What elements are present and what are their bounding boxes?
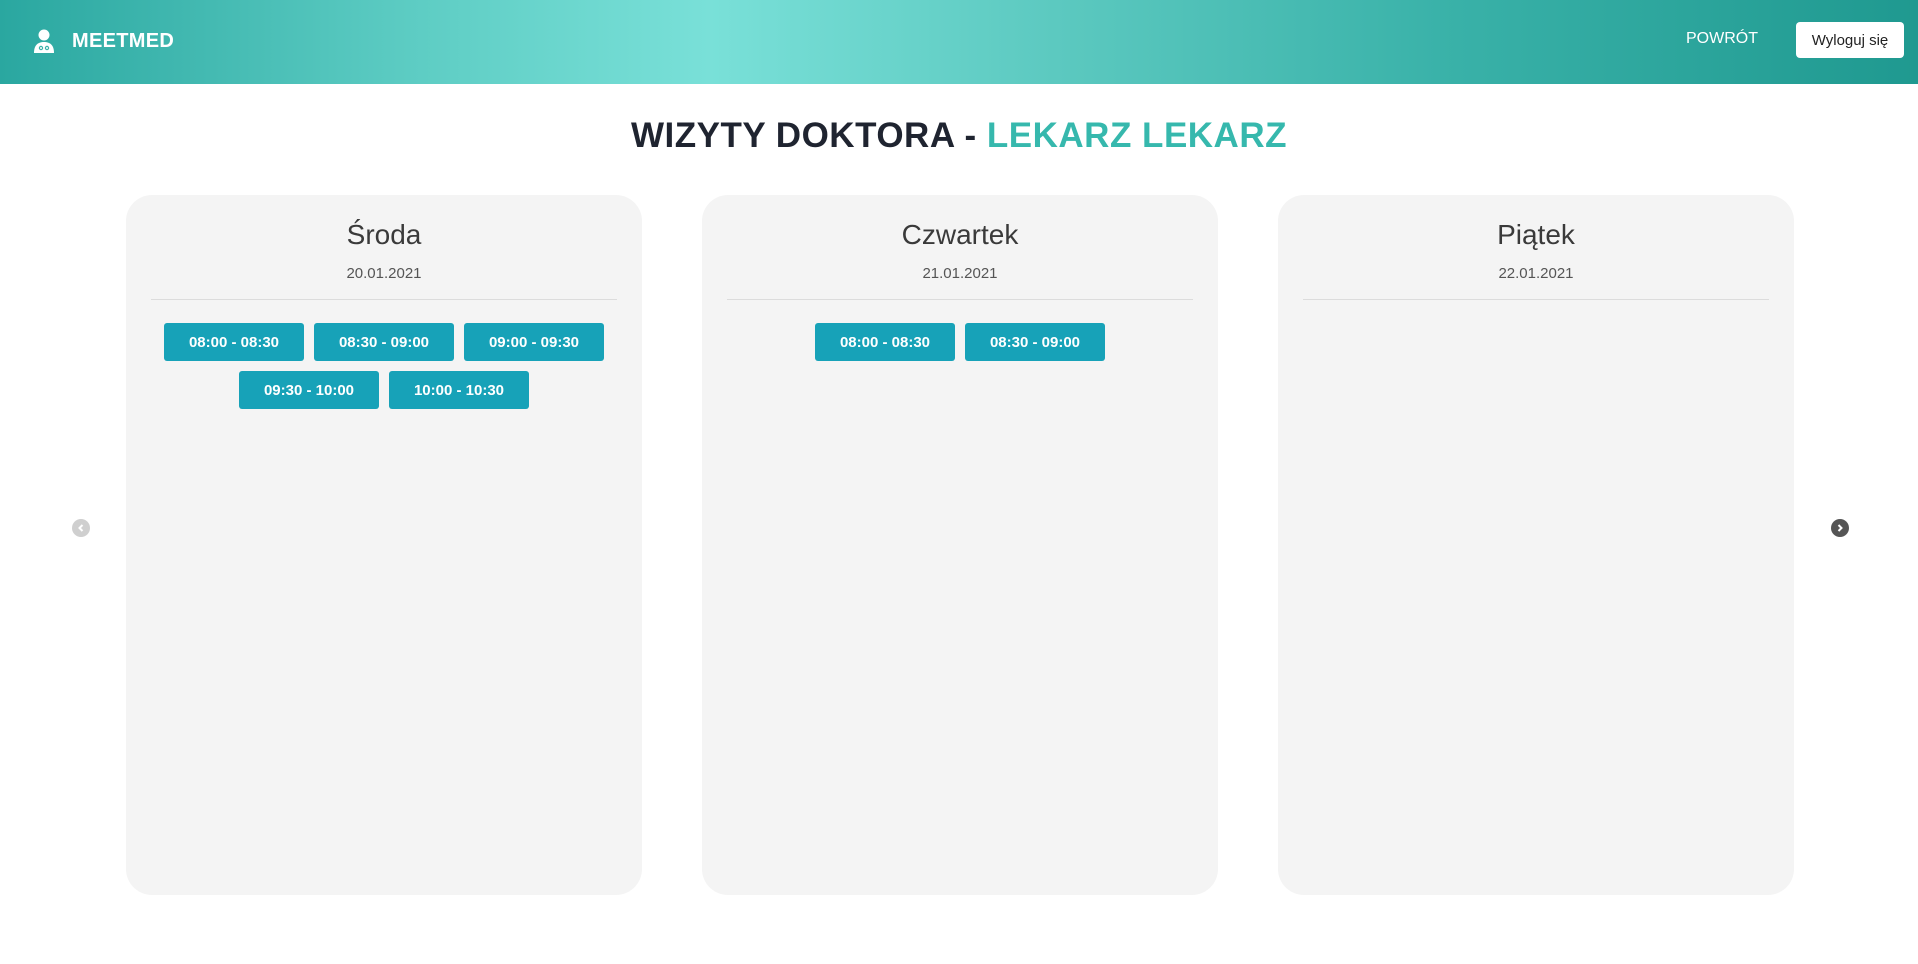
divider <box>1303 299 1769 300</box>
day-date: 21.01.2021 <box>922 265 998 282</box>
time-slot-button[interactable]: 10:00 - 10:30 <box>389 371 529 409</box>
day-name: Czwartek <box>901 219 1019 250</box>
doctor-name: LEKARZ LEKARZ <box>986 116 1287 155</box>
slot-list: 08:00 - 08:30 08:30 - 09:00 <box>732 323 1188 361</box>
day-name: Piątek <box>1497 219 1575 250</box>
time-slot-button[interactable]: 08:00 - 08:30 <box>164 323 304 361</box>
carousel-prev-button[interactable] <box>72 519 90 537</box>
back-link[interactable]: POWRÓT <box>1686 30 1758 48</box>
page-title: WIZYTY DOKTORA - LEKARZ LEKARZ <box>0 116 1918 156</box>
logout-button[interactable]: Wyloguj się <box>1796 22 1904 58</box>
brand[interactable]: MEETMED <box>32 26 174 56</box>
time-slot-button[interactable]: 09:00 - 09:30 <box>464 323 604 361</box>
time-slot-button[interactable]: 08:00 - 08:30 <box>815 323 955 361</box>
day-date: 22.01.2021 <box>1498 265 1574 282</box>
carousel-next-button[interactable] <box>1831 519 1849 537</box>
day-date: 20.01.2021 <box>346 265 422 282</box>
chevron-left-icon <box>78 524 84 532</box>
time-slot-button[interactable]: 08:30 - 09:00 <box>314 323 454 361</box>
time-slot-button[interactable]: 08:30 - 09:00 <box>965 323 1105 361</box>
brand-name: MEETMED <box>72 29 175 52</box>
day-name: Środa <box>346 219 422 250</box>
chevron-right-icon <box>1837 524 1843 532</box>
top-navbar: MEETMED POWRÓT Wyloguj się <box>0 0 1918 84</box>
doctor-icon <box>34 29 54 53</box>
divider <box>151 299 617 300</box>
slot-list: 08:00 - 08:30 08:30 - 09:00 09:00 - 09:3… <box>156 323 612 409</box>
time-slot-button[interactable]: 09:30 - 10:00 <box>239 371 379 409</box>
day-card: Środa 20.01.2021 08:00 - 08:30 08:30 - 0… <box>126 195 642 895</box>
divider <box>727 299 1193 300</box>
day-card: Piątek 22.01.2021 <box>1278 195 1794 895</box>
day-card: Czwartek 21.01.2021 08:00 - 08:30 08:30 … <box>702 195 1218 895</box>
page-title-prefix: WIZYTY DOKTORA - <box>631 116 987 155</box>
